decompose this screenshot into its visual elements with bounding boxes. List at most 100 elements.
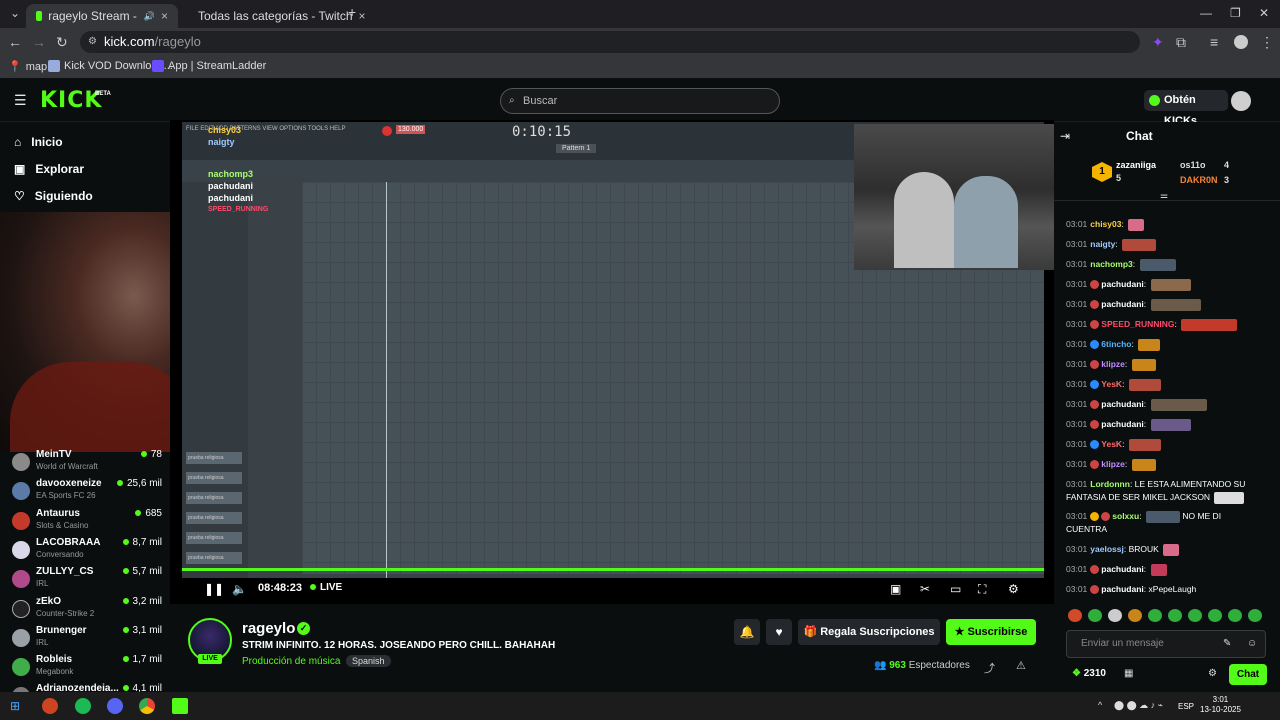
sidebar-item-siguiendo[interactable]: ♡ Siguiendo (14, 189, 93, 203)
sidebar-item-explorar[interactable]: ▣ Explorar (14, 162, 84, 176)
input-language[interactable]: ESP (1178, 702, 1194, 711)
emote-icon[interactable] (1108, 609, 1122, 622)
fullscreen-icon[interactable]: ⛶ (978, 582, 986, 597)
emote-icon[interactable] (1168, 609, 1182, 622)
spotify-icon[interactable] (75, 698, 91, 714)
search-input[interactable]: ⌕ Buscar (500, 88, 780, 114)
notifications-bell-icon[interactable]: 🔔 (734, 619, 760, 645)
msg-user[interactable]: yaelossj (1090, 544, 1124, 554)
language-tag[interactable]: Spanish (346, 655, 391, 667)
msg-user[interactable]: naigty (1090, 239, 1115, 249)
store-icon[interactable]: ▦ (1124, 668, 1133, 679)
clip-icon[interactable]: ✂ (920, 582, 930, 596)
forward-icon[interactable]: → (32, 34, 46, 50)
gift-subscriptions-button[interactable]: 🎁 Regala Suscripciones (798, 619, 940, 645)
tab-menu-icon[interactable]: ⌄ (10, 6, 20, 20)
close-window-icon[interactable]: ✕ (1259, 6, 1269, 20)
leaderboard-name[interactable]: DAKR0N (1180, 175, 1218, 185)
back-icon[interactable]: ← (8, 34, 22, 50)
tab-twitch[interactable]: Todas las categorías - Twitch × (182, 4, 366, 28)
pause-icon[interactable]: ❚❚ (204, 582, 224, 596)
reload-icon[interactable]: ↻ (56, 34, 68, 51)
msg-user[interactable]: chisy03 (1090, 219, 1121, 229)
follow-heart-icon[interactable]: ♥ (766, 619, 792, 645)
msg-user[interactable]: solxxu (1112, 511, 1139, 521)
chat-settings-icon[interactable]: ⚙ (1208, 668, 1217, 679)
msg-user[interactable]: pachudani (1101, 564, 1144, 574)
expand-leaderboard-icon[interactable]: ☰ (1160, 193, 1168, 204)
video-player[interactable]: FILE EDIT ADD PATTERNS VIEW OPTIONS TOOL… (170, 120, 1054, 604)
maximize-icon[interactable]: ❐ (1230, 6, 1241, 20)
bookmark-streamladder[interactable]: App | StreamLadder (152, 60, 266, 72)
emote-icon[interactable] (1248, 609, 1262, 622)
tray-chevron-icon[interactable]: ^ (1098, 700, 1102, 710)
profile-icon[interactable] (1234, 35, 1248, 49)
minimize-icon[interactable]: — (1200, 6, 1212, 20)
emote-icon[interactable] (1068, 609, 1082, 622)
stream-category-link[interactable]: Producción de música (242, 656, 340, 667)
kicks-balance[interactable]: ❖ 2310 (1072, 668, 1106, 679)
new-tab-icon[interactable]: + (348, 4, 356, 20)
share-icon[interactable]: ⤴ (984, 660, 995, 676)
site-info-icon[interactable]: ⚙ (88, 31, 97, 53)
get-kicks-button[interactable]: Obtén KICKs (1144, 90, 1228, 127)
sidebar-channel[interactable]: davooxeneize EA Sports FC 26 25,6 mil (12, 478, 162, 507)
msg-user[interactable]: YesK (1101, 379, 1122, 389)
tray-icons[interactable]: ⬤ ⬤ ☁ ♪ ⌁ (1114, 700, 1163, 711)
msg-user[interactable]: pachudani (1101, 279, 1144, 289)
system-clock[interactable]: 3:01 13-10-2025 (1200, 695, 1241, 715)
emote-icon[interactable] (1088, 609, 1102, 622)
emoji-icon[interactable]: ☺ (1247, 631, 1257, 657)
msg-user[interactable]: klipze (1101, 359, 1125, 369)
sidebar-item-inicio[interactable]: ⌂ Inicio (14, 135, 63, 149)
extensions-icon[interactable]: ⧉ (1176, 34, 1186, 51)
kick-logo[interactable]: KICK (40, 88, 102, 113)
sidebar-channel[interactable]: Antaurus Slots & Casino 685 (12, 508, 162, 537)
sidebar-channel[interactable]: MeinTV World of Warcraft 78 (12, 449, 162, 478)
more-menu-icon[interactable]: ⋮ (1260, 34, 1274, 51)
report-icon[interactable]: ⚠ (1016, 659, 1026, 672)
app-icon[interactable] (42, 698, 58, 714)
bookmark-map[interactable]: 📍 map (8, 60, 47, 74)
emote-icon[interactable] (1148, 609, 1162, 622)
msg-user[interactable]: klipze (1101, 459, 1125, 469)
msg-user[interactable]: Lordonnn (1090, 479, 1130, 489)
kick-app-icon[interactable] (172, 698, 188, 714)
emote-icon[interactable] (1128, 609, 1142, 622)
translate-icon[interactable]: ✎ (1223, 631, 1231, 657)
msg-user[interactable]: nachomp3 (1090, 259, 1133, 269)
subscribe-button[interactable]: ★ Suscribirse (946, 619, 1036, 645)
chat-message-input[interactable]: Enviar un mensaje ✎ ☺ (1066, 630, 1266, 658)
user-avatar[interactable] (1231, 91, 1251, 111)
msg-user[interactable]: SPEED_RUNNING (1101, 319, 1174, 329)
leaderboard-name[interactable]: os11o (1180, 160, 1206, 170)
discord-icon[interactable] (107, 698, 123, 714)
twitch-extension-icon[interactable]: ✦ (1152, 34, 1164, 51)
sidebar-channel[interactable]: zEkO Counter-Strike 2 3,2 mil (12, 596, 162, 625)
close-tab-icon[interactable]: × (359, 9, 366, 23)
send-chat-button[interactable]: Chat (1229, 664, 1267, 685)
close-tab-icon[interactable]: × (161, 9, 168, 23)
address-bar[interactable]: ⚙ kick.com/rageylo (80, 31, 1140, 53)
hamburger-menu-icon[interactable]: ☰ (14, 92, 27, 109)
tab-kick-stream[interactable]: rageylo Stream - Watch Liv 🔊 × (26, 4, 178, 28)
emote-icon[interactable] (1188, 609, 1202, 622)
settings-gear-icon[interactable]: ⚙ (1008, 582, 1019, 596)
theater-mode-icon[interactable]: ▭ (950, 582, 961, 596)
msg-user[interactable]: pachudani (1101, 584, 1144, 594)
chrome-icon[interactable] (139, 698, 155, 714)
streamer-name[interactable]: rageylo (242, 620, 295, 637)
msg-user[interactable]: YesK (1101, 439, 1122, 449)
sidebar-channel[interactable]: LACOBRAAA Conversando 8,7 mil (12, 537, 162, 566)
msg-user[interactable]: pachudani (1101, 399, 1144, 409)
pip-icon[interactable]: ▣ (890, 582, 901, 596)
emote-icon[interactable] (1208, 609, 1222, 622)
msg-user[interactable]: pachudani (1101, 419, 1144, 429)
sidebar-channel[interactable]: ZULLYY_CS IRL 5,7 mil (12, 566, 162, 595)
sidebar-channel[interactable]: Adrianozendeia... 4,1 mil (12, 683, 162, 692)
emote-icon[interactable] (1228, 609, 1242, 622)
msg-user[interactable]: 6tincho (1101, 339, 1131, 349)
volume-icon[interactable]: 🔈 (232, 582, 247, 596)
leaderboard-name[interactable]: zazaniiga (1116, 160, 1156, 170)
media-icon[interactable]: ≡ (1210, 34, 1218, 50)
